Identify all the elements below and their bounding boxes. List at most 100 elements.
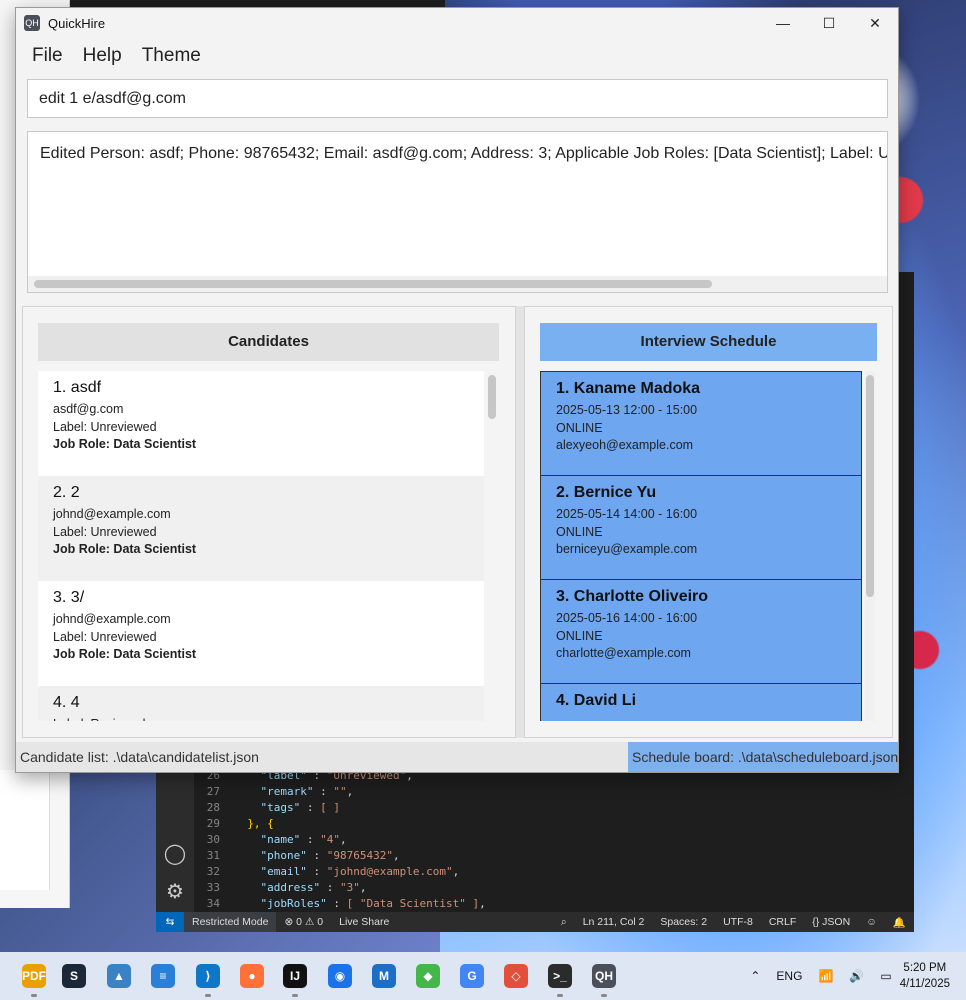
schedule-scrollbar[interactable] (865, 371, 875, 721)
schedule-file-path: Schedule board: .\data\scheduleboard.jso… (628, 742, 898, 772)
indentation[interactable]: Spaces: 2 (652, 916, 715, 928)
code-line: 29 }, { (194, 816, 914, 832)
candidate-list[interactable]: 1. asdf asdf@g.com Label: Unreviewed Job Ro… (38, 371, 484, 721)
close-button[interactable]: ✕ (852, 8, 898, 38)
candidate-job-role: Job Role: Data Scientist (53, 647, 197, 661)
clock-date: 4/11/2025 (899, 978, 950, 990)
app-logo-icon: QH (24, 15, 40, 31)
json-punct: , (359, 881, 367, 894)
candidate-label: Label: Unreviewed (53, 629, 157, 644)
interviewee-name: 1. Kaname Madoka (556, 380, 701, 397)
json-value: "johnd@example.com" (326, 865, 453, 878)
interviewee-email: berniceyu@example.com (556, 542, 698, 556)
firefox-icon[interactable]: ● (240, 964, 264, 988)
notepad-icon[interactable]: ≡ (151, 964, 175, 988)
running-indicator (205, 994, 211, 997)
json-key: "address" (260, 881, 321, 894)
menu-file[interactable]: File (32, 45, 63, 67)
candidate-name: 4. 4 (53, 694, 80, 711)
terminal-icon[interactable]: >_ (548, 964, 572, 988)
language-indicator[interactable]: ENG (776, 969, 802, 983)
interviewee-name: 4. David Li (556, 692, 637, 709)
language-mode[interactable]: {} JSON (804, 916, 858, 928)
bluestacks-icon[interactable]: ◆ (416, 964, 440, 988)
interview-card[interactable]: 2. Bernice Yu 2025-05-14 14:00 - 16:00 ONL… (540, 475, 862, 580)
steam-icon[interactable]: S (62, 964, 86, 988)
split-divider[interactable] (516, 306, 524, 738)
json-key: "email" (260, 865, 307, 878)
title-bar[interactable]: QH QuickHire — ☐ ✕ (16, 8, 898, 38)
interview-card[interactable]: 4. David Li (540, 683, 862, 721)
interview-card[interactable]: 1. Kaname Madoka 2025-05-13 12:00 - 15:00… (540, 371, 862, 476)
vscode-status-bar: ⇆ Restricted Mode ⊗ 0 ⚠ 0 Live Share ⌕ L… (156, 912, 914, 932)
interview-card[interactable]: 3. Charlotte Oliveiro 2025-05-16 14:00 - … (540, 579, 862, 684)
line-number: 27 (206, 785, 220, 798)
quickhire-taskbar-icon[interactable]: QH (592, 964, 616, 988)
mail-icon[interactable]: M (372, 964, 396, 988)
intellij-icon[interactable]: IJ (283, 964, 307, 988)
candidate-email: asdf@g.com (53, 402, 124, 416)
candidate-name: 1. asdf (53, 379, 102, 396)
maps-icon[interactable]: ◉ (328, 964, 352, 988)
json-value: "98765432" (326, 849, 393, 862)
wifi-icon[interactable]: 📶 (818, 969, 833, 983)
horizontal-scrollbar[interactable] (28, 276, 887, 292)
battery-icon[interactable]: ▭ (880, 969, 891, 983)
clock[interactable]: 5:20 PM 4/11/2025 (900, 960, 950, 992)
result-text: Edited Person: asdf; Phone: 98765432; Em… (40, 145, 888, 162)
interviewee-email: alexyeoh@example.com (556, 438, 694, 452)
system-tray: ⌃ ENG 📶 🔊 ▭ 5:20 PM 4/11/2025 (742, 952, 966, 1000)
pdf-app-icon[interactable]: PDF (22, 964, 46, 988)
menu-help[interactable]: Help (83, 45, 122, 67)
vscode-editor[interactable]: 26 "label" : "Unreviewed", 27 "remark" : … (194, 768, 914, 912)
zoom-icon[interactable]: ⌕ (553, 916, 575, 929)
photos-icon[interactable]: ▲ (107, 964, 131, 988)
candidate-scrollbar[interactable] (487, 371, 497, 721)
menu-theme[interactable]: Theme (142, 45, 201, 67)
candidate-card[interactable]: 4. 4 Label: Reviewed (38, 686, 484, 721)
maximize-button[interactable]: ☐ (806, 8, 852, 38)
vscode-icon[interactable]: ⟩ (196, 964, 220, 988)
json-value: "4" (320, 833, 340, 846)
candidate-card[interactable]: 2. 2 johnd@example.com Label: Unreviewed Jo… (38, 476, 484, 581)
schedule-panel: Interview Schedule 1. Kaname Madoka 2025-… (524, 306, 893, 738)
line-number: 34 (206, 897, 220, 910)
command-input[interactable]: edit 1 e/asdf@g.com (27, 79, 888, 118)
candidate-card[interactable]: 3. 3/johnd@example.com Label: Unreviewed J… (38, 581, 484, 686)
candidate-email: johnd@example.com (53, 507, 171, 521)
candidates-panel: Candidates 1. asdf asdf@g.com Label: Unrev… (22, 306, 516, 738)
schedule-list[interactable]: 1. Kaname Madoka 2025-05-13 12:00 - 15:00… (540, 371, 862, 721)
account-icon[interactable]: ◯ (163, 842, 187, 866)
status-bar: Candidate list: .\data\candidatelist.jso… (16, 742, 898, 772)
git-icon[interactable]: ◇ (504, 964, 528, 988)
copilot-icon[interactable]: ☺ (858, 916, 885, 928)
line-number: 33 (206, 881, 220, 894)
result-display[interactable]: Edited Person: asdf; Phone: 98765432; Em… (27, 131, 888, 293)
window-title: QuickHire (48, 15, 106, 31)
json-key: "phone" (260, 849, 307, 862)
bell-icon[interactable]: 🔔 (885, 916, 914, 929)
code-line: 32 "email" : "johnd@example.com", (194, 864, 914, 880)
interview-mode: ONLINE (556, 420, 603, 435)
eol[interactable]: CRLF (761, 916, 804, 928)
line-number: 32 (206, 865, 220, 878)
candidate-card[interactable]: 1. asdf asdf@g.com Label: Unreviewed Job Ro… (38, 371, 484, 476)
gear-icon[interactable]: ⚙ (163, 880, 187, 904)
problems-indicator[interactable]: ⊗ 0 ⚠ 0 (276, 916, 331, 928)
chevron-up-icon[interactable]: ⌃ (750, 969, 760, 983)
encoding[interactable]: UTF-8 (715, 916, 761, 928)
liveshare-button[interactable]: Live Share (331, 916, 397, 928)
remote-icon[interactable]: ⇆ (156, 912, 184, 932)
candidate-job-role: Job Role: Data Scientist (53, 542, 197, 556)
candidate-name: 3. 3/ (53, 589, 85, 606)
cursor-position[interactable]: Ln 211, Col 2 (575, 916, 653, 928)
interview-time: 2025-05-14 14:00 - 16:00 (556, 507, 698, 521)
interviewee-email: charlotte@example.com (556, 646, 691, 660)
json-value: "3" (339, 881, 360, 894)
restricted-mode[interactable]: Restricted Mode (184, 912, 277, 932)
line-number: 29 (206, 817, 220, 830)
volume-icon[interactable]: 🔊 (849, 969, 864, 983)
chrome-icon[interactable]: G (460, 964, 484, 988)
interview-mode: ONLINE (556, 628, 603, 643)
minimize-button[interactable]: — (760, 8, 806, 38)
